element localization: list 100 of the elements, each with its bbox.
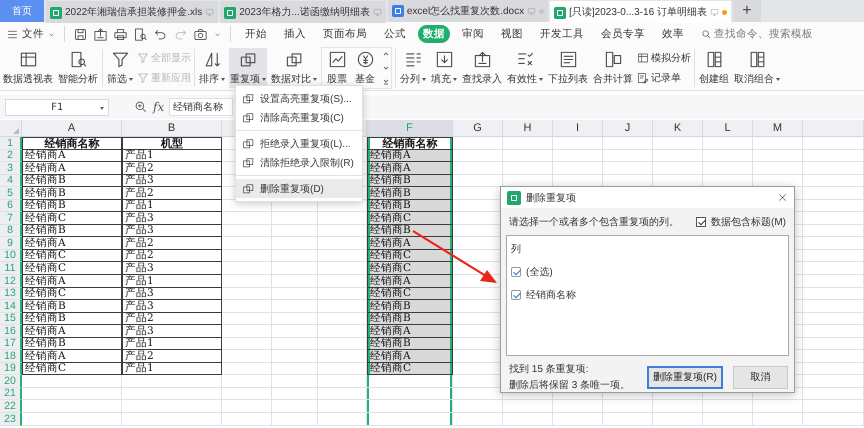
menu-tab[interactable]: 视图 [496,25,528,43]
column-header[interactable]: I [553,120,603,137]
empty-cell [222,300,272,313]
table-cell: 经销商C [22,262,122,276]
empty-cell [553,413,603,426]
ribbon-button[interactable]: 分列 [399,48,427,88]
ribbon-button[interactable]: 智能分析 [57,48,99,88]
gallery-button[interactable]: 基金 [354,48,376,88]
menu-item[interactable]: 清除高亮重复项(C) [236,108,362,127]
empty-cell [553,150,603,162]
gallery-button[interactable]: 股票 [326,48,348,88]
empty-cell [503,162,553,175]
menu-tab[interactable]: 效率 [657,25,689,43]
camera-icon[interactable] [193,26,208,42]
table-cell: 经销商B [22,174,122,188]
menu-tab[interactable]: 会员专享 [596,25,650,43]
document-tab[interactable]: excel怎么找重复次数.docx [388,0,548,22]
save-icon[interactable] [73,26,88,42]
document-tab[interactable]: 2022年湘瑞信承担装修押金.xls [46,1,218,23]
scroll-arrows-icon[interactable] [382,50,390,86]
empty-cell [753,162,803,175]
ribbon-button[interactable]: 模拟分析 [637,51,691,65]
empty-cell [753,150,803,162]
ribbon-button[interactable]: 重复项 [229,48,267,88]
table-cell: 产品1 [122,200,222,212]
column-header[interactable]: B [122,120,222,137]
empty-cell [803,362,864,376]
cancel-button[interactable]: 取消 [733,366,788,388]
table-cell: 经销商B [367,338,453,350]
search-field[interactable]: 查找命令、搜索模板 [701,28,814,40]
menu-tab[interactable]: 公式 [379,25,411,43]
empty-cell [803,200,864,212]
name-box[interactable]: F1 [5,98,109,116]
print-icon[interactable] [113,26,128,42]
table-icon [18,50,38,69]
document-magnifier-icon[interactable] [133,26,148,42]
column-header[interactable]: M [753,120,803,137]
ribbon-button[interactable]: 排序 [198,48,226,88]
ribbon-button[interactable]: 筛选 [106,48,134,88]
menu-tab[interactable]: 开发工具 [535,25,589,43]
up-arrow-box-icon[interactable] [93,26,108,42]
empty-cell [272,413,318,426]
remove-duplicates-button[interactable]: 删除重复项(R) [647,366,723,388]
menu-item[interactable]: 拒绝录入重复项(L)... [236,134,362,153]
table-cell: 产品3 [122,174,222,188]
menu-tab[interactable]: 页面布局 [318,25,372,43]
empty-cell [503,400,553,414]
table-cell: 经销商C [367,212,453,225]
menu-item[interactable]: 设置高亮重复项(S)... [236,89,362,108]
menu-tab[interactable]: 插入 [279,25,311,43]
document-tab[interactable]: 2023年格力...诺函缴纳明细表 [220,1,386,23]
empty-cell [272,388,318,400]
overlapping-squares-icon [242,137,255,150]
ribbon-button[interactable]: 数据对比 [270,48,318,88]
menu-item[interactable]: 删除重复项(D) [236,179,362,198]
spreadsheet-logo-icon [50,6,62,18]
header-checkbox[interactable]: 数据包含标题(M) [696,215,786,230]
table-cell: 经销商C [367,262,453,276]
column-header[interactable]: H [503,120,553,137]
table-cell: 产品2 [122,187,222,200]
table-cell: 经销商B [367,187,453,200]
table-cell: 经销商B [367,312,453,326]
function-button[interactable]: fx [153,100,164,114]
ribbon-button[interactable]: 下拉列表 [547,48,589,88]
formula-field[interactable]: 经销商名称 [169,98,234,116]
menu-tab[interactable]: 审阅 [457,25,489,43]
new-tab-button[interactable]: + [732,0,761,22]
column-header[interactable]: G [453,120,503,137]
file-menu[interactable]: 文件 [6,27,56,41]
empty-cell [603,162,653,175]
monitor-icon [527,6,536,16]
table-cell: 产品1 [122,362,222,376]
ribbon-button[interactable]: 查找录入 [461,48,503,88]
summary-text: 删除后将保留 3 条唯一项。 [509,378,632,392]
column-checkbox[interactable]: 经销商名称 [511,288,784,302]
column-header[interactable]: K [653,120,703,137]
menu-tab[interactable]: 开始 [240,25,272,43]
table-cell: 经销商B [22,300,122,313]
ribbon-button[interactable]: 有效性 [506,48,544,88]
menu-item[interactable]: 清除拒绝录入限制(R) [236,153,362,172]
summary-text: 找到 15 条重复项: [509,362,590,376]
ribbon-button[interactable]: 取消组合 [733,48,781,88]
ribbon-button[interactable]: 记录单 [637,71,691,85]
table-cell: 经销商C [22,288,122,300]
column-header[interactable]: J [603,120,653,137]
ribbon-button[interactable]: 合并计算 [592,48,634,88]
list-box-icon [558,50,578,69]
table-cell: 产品2 [122,350,222,363]
zoom-icon[interactable] [134,100,148,114]
ribbon-button[interactable]: 数据透视表 [2,48,54,88]
column-header[interactable]: A [22,120,122,137]
monitor-icon [372,8,382,16]
empty-cell [803,312,864,326]
ribbon-button[interactable]: 创建组 [698,48,730,88]
column-checkbox[interactable]: (全选) [511,265,784,280]
close-icon[interactable] [777,192,788,204]
document-tab[interactable]: [只读]2023-0...3-16 订单明细表 [550,1,731,23]
column-header[interactable]: L [703,120,753,137]
table-cell: 经销商C [22,362,122,376]
ribbon-button[interactable]: 填充 [430,48,458,88]
